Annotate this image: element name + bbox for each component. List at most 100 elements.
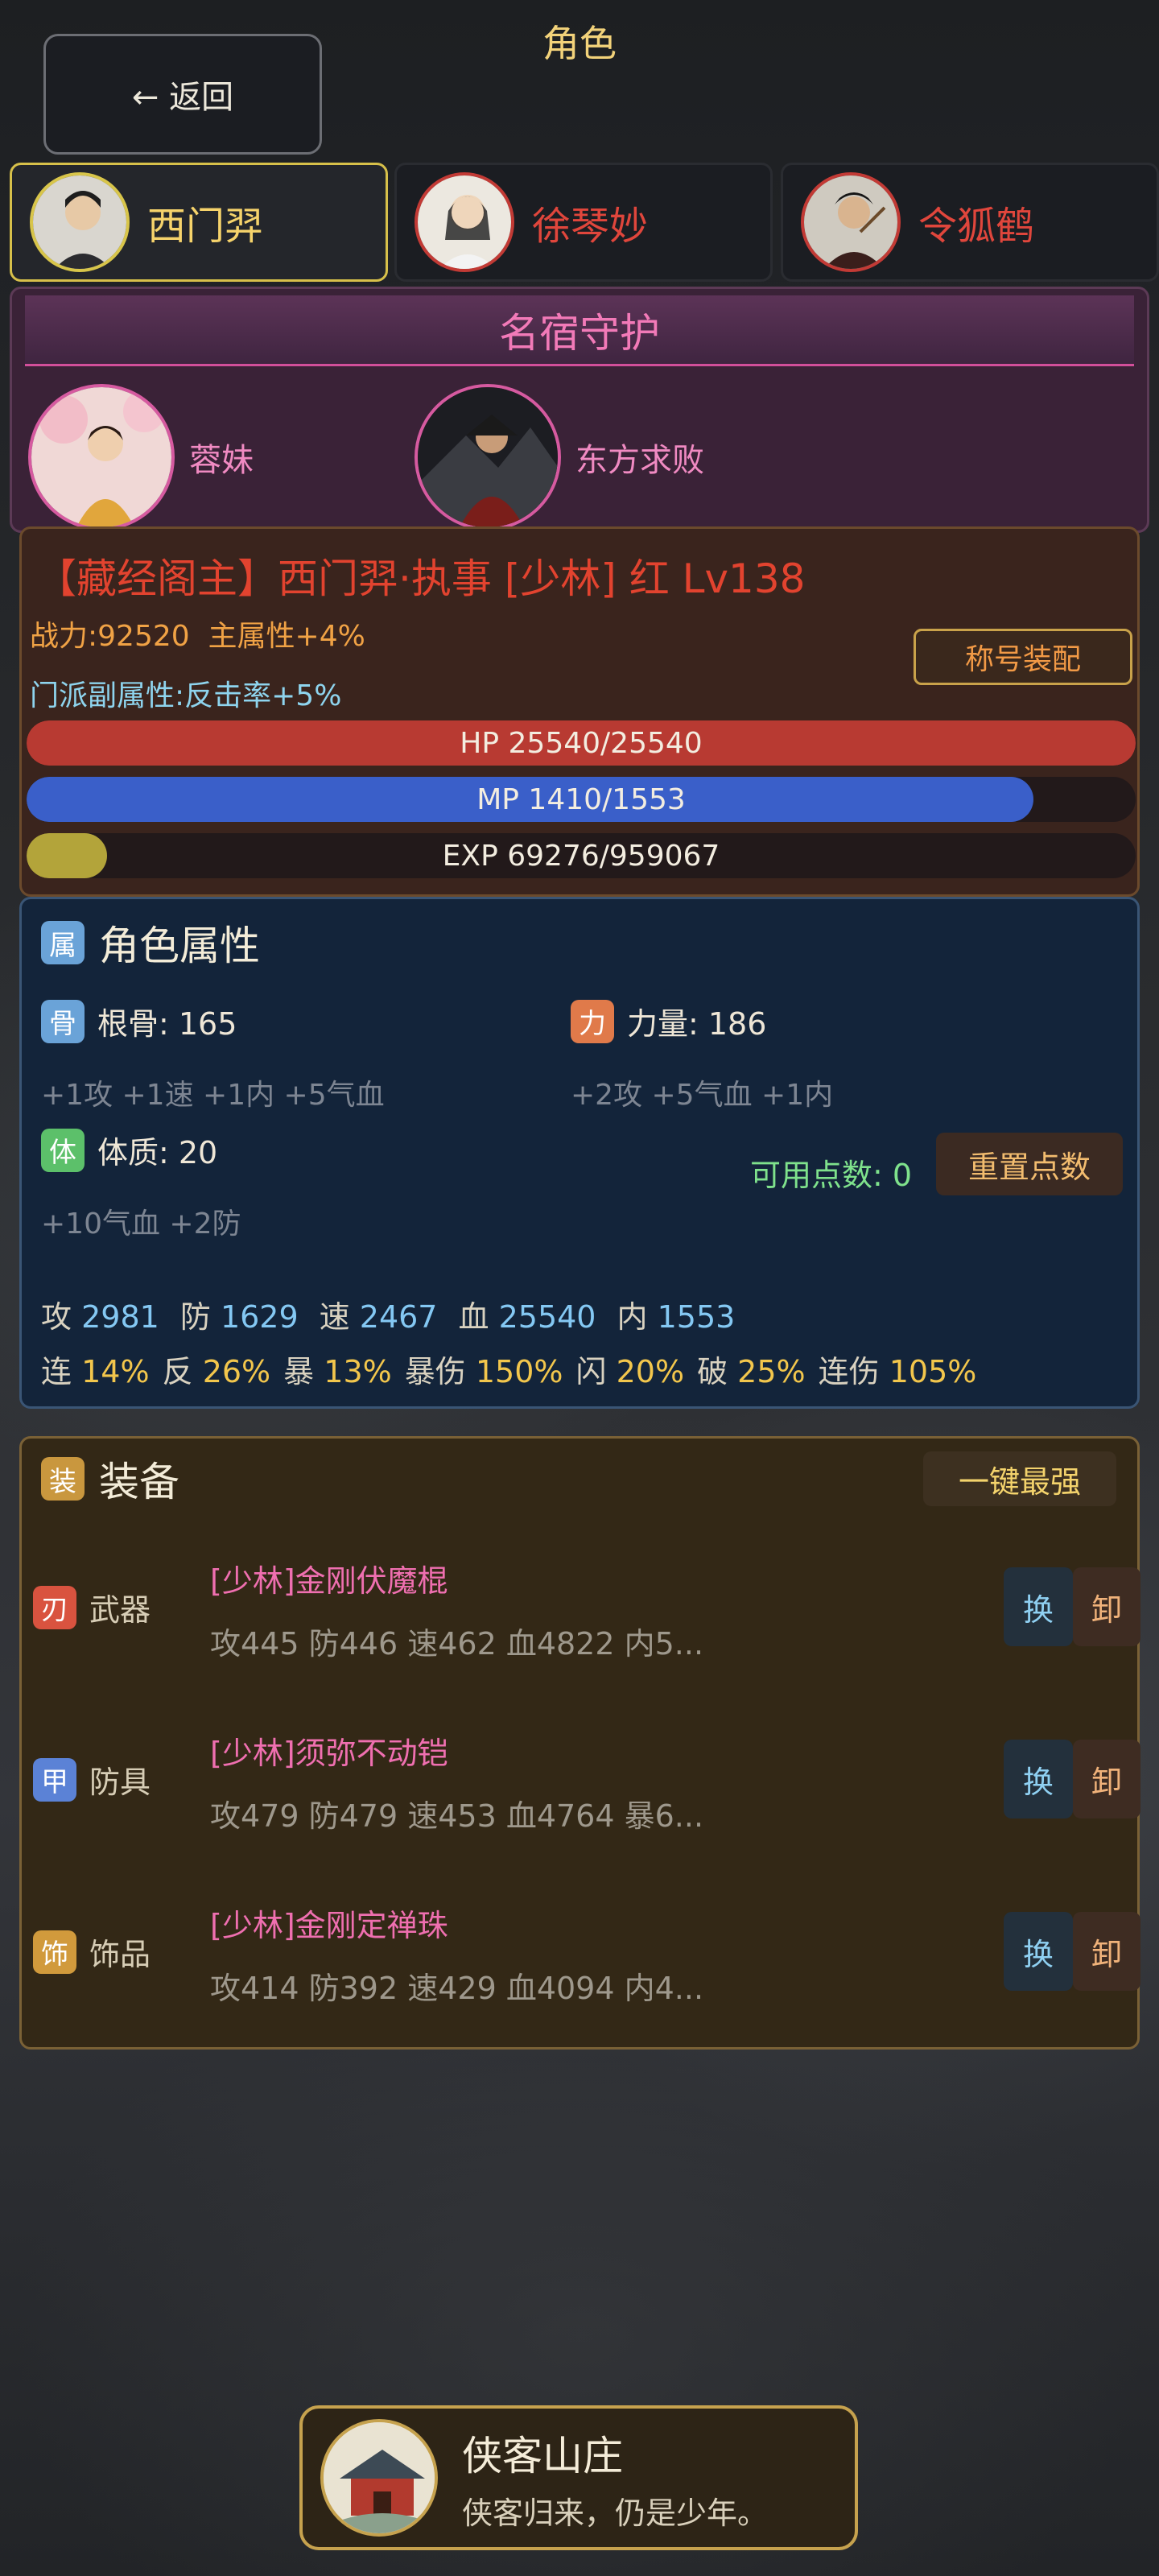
rate-key: 暴 <box>283 1354 315 1389</box>
slot-icon: 甲 <box>33 1757 76 1802</box>
attributes-header: 属 角色属性 <box>41 914 260 972</box>
power-line: 战力:92520 主属性+4% <box>30 620 365 653</box>
hero-tab-linghuhe[interactable]: 令狐鹤 <box>781 163 1159 282</box>
swap-equipment-button[interactable]: 换 <box>1004 1567 1073 1646</box>
rate-value: 25% <box>737 1354 806 1389</box>
rate-key: 闪 <box>575 1354 607 1389</box>
rate-key: 连伤 <box>818 1354 880 1389</box>
stat-key: 内 <box>617 1299 648 1335</box>
slot-icon: 饰 <box>33 1930 76 1974</box>
rate-value: 26% <box>202 1354 271 1389</box>
equipment-slot: 甲防具 <box>33 1757 151 1802</box>
stat-key: 攻 <box>41 1299 72 1335</box>
slot-label: 饰品 <box>89 1937 151 1972</box>
hero-avatar <box>801 172 901 272</box>
stat-pair: 血 25540 <box>458 1299 596 1335</box>
character-status-panel: 【藏经阁主】西门羿·执事 [少林] 红 Lv138 战力:92520 主属性+4… <box>19 526 1140 897</box>
combat-rates-line: 连 14% 反 26% 暴 13% 暴伤 150% 闪 20% 破 25% 连伤 105% <box>41 1347 989 1391</box>
equipment-name[interactable]: [少林]金刚定禅珠 <box>210 1901 448 1945</box>
rate-pair: 暴伤 150% <box>405 1354 563 1389</box>
hp-bar-label: HP 25540/25540 <box>460 726 703 760</box>
hero-name: 徐琴妙 <box>532 204 649 249</box>
bone-label: 根骨: 165 <box>97 1006 237 1042</box>
guardian-avatar <box>415 384 561 530</box>
attr-strength: 力 力量: 186 <box>571 999 766 1043</box>
equipment-name[interactable]: [少林]金刚伏魔棍 <box>210 1556 448 1600</box>
equipment-title: 装备 <box>99 1459 179 1505</box>
strength-icon: 力 <box>571 999 614 1043</box>
guardian-avatar <box>28 384 175 530</box>
strength-bonus: +2攻 +5气血 +1内 <box>571 1079 834 1112</box>
stat-pair: 防 1629 <box>180 1299 299 1335</box>
unequip-button[interactable]: 卸 <box>1073 1567 1140 1646</box>
rate-key: 反 <box>162 1354 193 1389</box>
equipment-slot: 刃武器 <box>33 1585 151 1629</box>
rate-pair: 反 26% <box>163 1354 271 1389</box>
slot-label: 防具 <box>89 1765 151 1800</box>
rate-key: 暴伤 <box>404 1354 466 1389</box>
guardian-slot-dongfangqiubai[interactable]: 东方求败 <box>415 384 704 530</box>
hp-bar: HP 25540/25540 <box>27 720 1136 766</box>
stat-value: 2981 <box>81 1299 159 1335</box>
constitution-icon: 体 <box>41 1128 85 1172</box>
guardian-slot-rongmei[interactable]: 蓉妹 <box>28 384 254 530</box>
rate-value: 105% <box>889 1354 977 1389</box>
hero-avatar <box>30 172 130 272</box>
stat-value: 25540 <box>498 1299 596 1335</box>
equipment-section-icon: 装 <box>41 1457 85 1501</box>
rate-pair: 暴 13% <box>283 1354 392 1389</box>
unequip-button[interactable]: 卸 <box>1073 1740 1140 1818</box>
available-points: 可用点数: 0 <box>749 1158 912 1193</box>
exp-bar: EXP 69276/959067 <box>27 833 1136 878</box>
rate-value: 14% <box>81 1354 150 1389</box>
rate-key: 连 <box>41 1354 72 1389</box>
mp-bar-label: MP 1410/1553 <box>476 782 686 816</box>
stat-value: 2467 <box>359 1299 438 1335</box>
equipment-stats: 攻414 防392 速429 血4094 内4... <box>210 1971 704 2006</box>
guardian-title: 名宿守护 <box>25 295 1134 366</box>
villa-icon <box>320 2419 438 2537</box>
sect-attribute-line: 门派副属性:反击率+5% <box>30 679 342 712</box>
swap-equipment-button[interactable]: 换 <box>1004 1912 1073 1991</box>
rate-value: 150% <box>475 1354 563 1389</box>
equipment-panel: 装 装备 一键最强 刃武器 [少林]金刚伏魔棍 攻445 防446 速462 血48… <box>19 1436 1140 2050</box>
attr-constitution: 体 体质: 20 <box>41 1128 217 1172</box>
constitution-bonus: +10气血 +2防 <box>41 1208 241 1241</box>
equipment-row: 饰饰品 [少林]金刚定禅珠攻414 防392 速429 血4094 内4... 换卸 <box>22 1872 1140 2044</box>
equipment-stats: 攻479 防479 速453 血4764 暴6... <box>210 1798 704 1834</box>
reset-points-button[interactable]: 重置点数 <box>936 1133 1123 1195</box>
unequip-button[interactable]: 卸 <box>1073 1912 1140 1991</box>
stat-pair: 攻 2981 <box>41 1299 159 1335</box>
rate-pair: 破 25% <box>697 1354 806 1389</box>
equipment-header: 装 装备 <box>41 1450 179 1508</box>
rate-pair: 连伤 105% <box>819 1354 977 1389</box>
title-equip-button[interactable]: 称号装配 <box>914 629 1132 685</box>
guardian-name: 蓉妹 <box>189 442 254 479</box>
hero-tab-xuqinmiao[interactable]: 徐琴妙 <box>394 163 773 282</box>
rate-pair: 连 14% <box>41 1354 150 1389</box>
stat-key: 速 <box>319 1299 350 1335</box>
mp-bar: MP 1410/1553 <box>27 777 1136 822</box>
hero-tab-ximenyi[interactable]: 西门羿 <box>10 163 388 282</box>
guardian-panel: 名宿守护 蓉妹 东方求败 <box>10 287 1149 533</box>
attr-bone: 骨 根骨: 165 <box>41 999 237 1043</box>
strength-label: 力量: 186 <box>627 1006 767 1042</box>
hero-name: 令狐鹤 <box>918 204 1035 249</box>
stat-value: 1629 <box>220 1299 299 1335</box>
stat-pair: 速 2467 <box>320 1299 438 1335</box>
hero-avatar <box>415 172 514 272</box>
bone-icon: 骨 <box>41 999 85 1043</box>
character-title-line: 【藏经阁主】西门羿·执事 [少林] 红 Lv138 <box>36 555 806 602</box>
footer-title: 侠客山庄 <box>462 2432 623 2479</box>
equipment-row: 甲防具 [少林]须弥不动铠攻479 防479 速453 血4764 暴6... 换卸 <box>22 1699 1140 1872</box>
constitution-label: 体质: 20 <box>97 1135 218 1170</box>
bone-bonus: +1攻 +1速 +1内 +5气血 <box>41 1079 385 1112</box>
rate-key: 破 <box>697 1354 728 1389</box>
xiake-villa-card[interactable]: 侠客山庄 侠客归来，仍是少年。 <box>299 2405 858 2550</box>
back-button[interactable]: ← 返回 <box>43 34 322 155</box>
equipment-row: 刃武器 [少林]金刚伏魔棍 攻445 防446 速462 血4822 内5... 换卸 <box>22 1527 1140 1699</box>
equipment-name[interactable]: [少林]须弥不动铠 <box>210 1728 448 1773</box>
guardian-name: 东方求败 <box>575 442 704 479</box>
swap-equipment-button[interactable]: 换 <box>1004 1740 1073 1818</box>
one-click-best-button[interactable]: 一键最强 <box>923 1451 1116 1506</box>
